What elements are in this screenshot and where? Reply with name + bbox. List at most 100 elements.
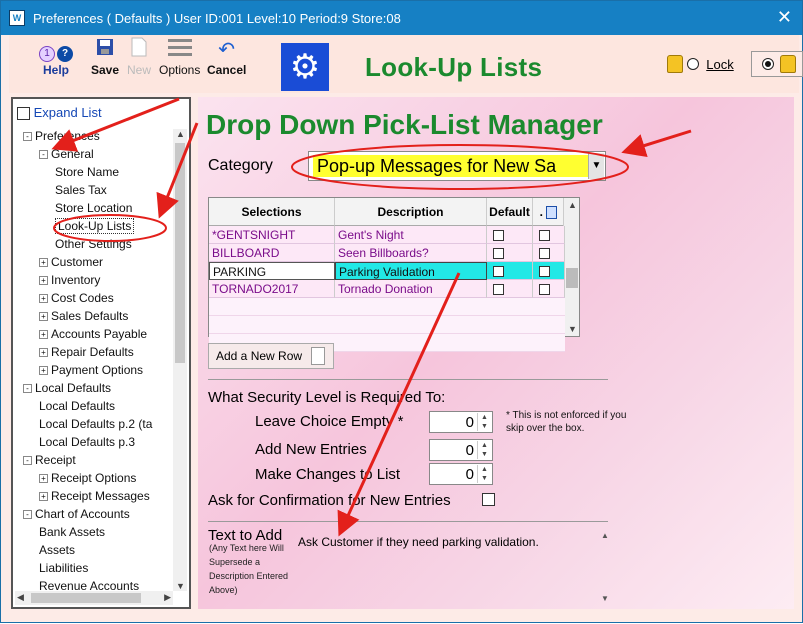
- grid-header-description[interactable]: Description: [335, 198, 487, 226]
- unlock-option[interactable]: [751, 51, 803, 77]
- leave-empty-spinner[interactable]: 0 ▲ ▼: [429, 411, 493, 433]
- grid-cell-description[interactable]: Tornado Donation: [335, 280, 487, 298]
- grid-checkbox[interactable]: [493, 284, 504, 296]
- grid-cell-selection[interactable]: PARKING: [209, 262, 335, 280]
- collapse-icon[interactable]: -: [23, 510, 32, 520]
- sidebar-item[interactable]: + Customer: [39, 255, 103, 269]
- collapse-icon[interactable]: -: [39, 150, 48, 160]
- expand-list[interactable]: Expand List: [17, 105, 102, 121]
- grid-header-selections[interactable]: Selections: [209, 198, 335, 226]
- grid-cell-default[interactable]: [487, 226, 533, 244]
- sidebar-item[interactable]: - Receipt: [23, 453, 76, 467]
- grid-checkbox[interactable]: [539, 284, 550, 296]
- expand-list-checkbox[interactable]: [17, 107, 30, 121]
- grid-cell-description[interactable]: Parking Validation: [335, 262, 487, 280]
- help-button[interactable]: 1? Help: [39, 37, 73, 77]
- sidebar-item[interactable]: - General: [39, 147, 94, 161]
- textarea-scrollbar[interactable]: ▲ ▼: [598, 531, 612, 609]
- chevron-down-icon[interactable]: ▼: [588, 153, 604, 179]
- sidebar-item[interactable]: Bank Assets: [39, 525, 105, 539]
- collapse-icon[interactable]: -: [23, 132, 32, 142]
- expand-icon[interactable]: +: [39, 258, 48, 268]
- grid-header-delete[interactable]: .: [533, 198, 565, 226]
- title-bar: W Preferences ( Defaults ) User ID:001 L…: [1, 1, 802, 35]
- category-select[interactable]: Pop-up Messages for New Sa ▼: [308, 151, 606, 181]
- sidebar-item[interactable]: + Sales Defaults: [39, 309, 128, 323]
- sidebar-item[interactable]: - Preferences: [23, 129, 100, 143]
- sidebar-item[interactable]: - Local Defaults: [23, 381, 111, 395]
- expand-icon[interactable]: +: [39, 312, 48, 322]
- sidebar-item[interactable]: Other Settings: [55, 237, 132, 251]
- help-badge: 1: [39, 46, 55, 62]
- sidebar-item[interactable]: + Cost Codes: [39, 291, 114, 305]
- add-entries-spinner[interactable]: 0 ▲ ▼: [429, 439, 493, 461]
- grid-cell-description[interactable]: Seen Billboards?: [335, 244, 487, 262]
- text-to-add-input[interactable]: Ask Customer if they need parking valida…: [292, 531, 612, 609]
- collapse-icon[interactable]: -: [23, 384, 32, 394]
- sidebar-item[interactable]: Local Defaults p.3: [39, 435, 135, 449]
- grid-checkbox[interactable]: [493, 230, 504, 242]
- empty-row[interactable]: [209, 298, 565, 316]
- spinner-arrows-icon[interactable]: ▲ ▼: [477, 465, 491, 483]
- sidebar-item[interactable]: Look-Up Lists: [55, 218, 135, 234]
- lock-radio[interactable]: [686, 58, 699, 70]
- spinner-arrows-icon[interactable]: ▲ ▼: [477, 441, 491, 459]
- grid-cell-delete[interactable]: [533, 280, 565, 298]
- grid-checkbox[interactable]: [493, 248, 504, 260]
- empty-row[interactable]: [209, 316, 565, 334]
- grid-cell-default[interactable]: [487, 262, 533, 280]
- expand-icon[interactable]: +: [39, 474, 48, 484]
- expand-icon[interactable]: +: [39, 492, 48, 502]
- grid-cell-delete[interactable]: [533, 244, 565, 262]
- grid-cell-selection[interactable]: TORNADO2017: [209, 280, 335, 298]
- grid-checkbox[interactable]: [493, 266, 504, 278]
- sidebar-item-label: Inventory: [51, 273, 101, 287]
- close-icon[interactable]: ✕: [777, 7, 792, 28]
- expand-icon[interactable]: +: [39, 348, 48, 358]
- grid-scrollbar[interactable]: ▲ ▼: [563, 198, 579, 336]
- grid-checkbox[interactable]: [539, 266, 550, 278]
- save-button[interactable]: Save: [91, 37, 119, 77]
- sidebar-item[interactable]: Store Location: [55, 201, 132, 215]
- sidebar-item[interactable]: + Receipt Messages: [39, 489, 150, 503]
- sidebar-item[interactable]: Store Name: [55, 165, 119, 179]
- grid-cell-delete[interactable]: [533, 226, 565, 244]
- sidebar-item[interactable]: Local Defaults p.2 (ta: [39, 417, 152, 431]
- expand-icon[interactable]: +: [39, 366, 48, 376]
- expand-icon[interactable]: +: [39, 276, 48, 286]
- confirm-checkbox[interactable]: [482, 493, 495, 506]
- collapse-icon[interactable]: -: [23, 456, 32, 466]
- expand-icon[interactable]: +: [39, 294, 48, 304]
- grid-cell-selection[interactable]: BILLBOARD: [209, 244, 335, 262]
- sidebar-vertical-scrollbar[interactable]: ▲ ▼: [173, 129, 187, 591]
- sidebar-item[interactable]: + Payment Options: [39, 363, 143, 377]
- sidebar-item[interactable]: Revenue Accounts: [39, 579, 139, 591]
- options-button[interactable]: Options: [159, 37, 200, 77]
- grid-cell-default[interactable]: [487, 280, 533, 298]
- grid-checkbox[interactable]: [539, 230, 550, 242]
- sidebar-item[interactable]: + Receipt Options: [39, 471, 136, 485]
- grid-cell-delete[interactable]: [533, 262, 565, 280]
- expand-icon[interactable]: +: [39, 330, 48, 340]
- sidebar-item[interactable]: - Chart of Accounts: [23, 507, 130, 521]
- add-row-button[interactable]: Add a New Row: [208, 343, 334, 369]
- sidebar-item[interactable]: Local Defaults: [39, 399, 115, 413]
- sidebar-item-label: Other Settings: [55, 237, 132, 251]
- sidebar-item[interactable]: + Accounts Payable: [39, 327, 147, 341]
- unlock-radio[interactable]: [762, 58, 774, 70]
- spinner-arrows-icon[interactable]: ▲ ▼: [477, 413, 491, 431]
- sidebar-item[interactable]: + Inventory: [39, 273, 100, 287]
- grid-header-default[interactable]: Default: [487, 198, 533, 226]
- grid-cell-selection[interactable]: *GENTSNIGHT: [209, 226, 335, 244]
- cancel-button[interactable]: ↶ Cancel: [207, 37, 246, 77]
- grid-checkbox[interactable]: [539, 248, 550, 260]
- new-button[interactable]: New: [127, 37, 151, 77]
- sidebar-item[interactable]: Liabilities: [39, 561, 88, 575]
- sidebar-item[interactable]: + Repair Defaults: [39, 345, 134, 359]
- grid-cell-description[interactable]: Gent's Night: [335, 226, 487, 244]
- sidebar-item[interactable]: Assets: [39, 543, 75, 557]
- sidebar-horizontal-scrollbar[interactable]: ◀ ▶: [15, 591, 173, 605]
- grid-cell-default[interactable]: [487, 244, 533, 262]
- make-changes-spinner[interactable]: 0 ▲ ▼: [429, 463, 493, 485]
- sidebar-item[interactable]: Sales Tax: [55, 183, 107, 197]
